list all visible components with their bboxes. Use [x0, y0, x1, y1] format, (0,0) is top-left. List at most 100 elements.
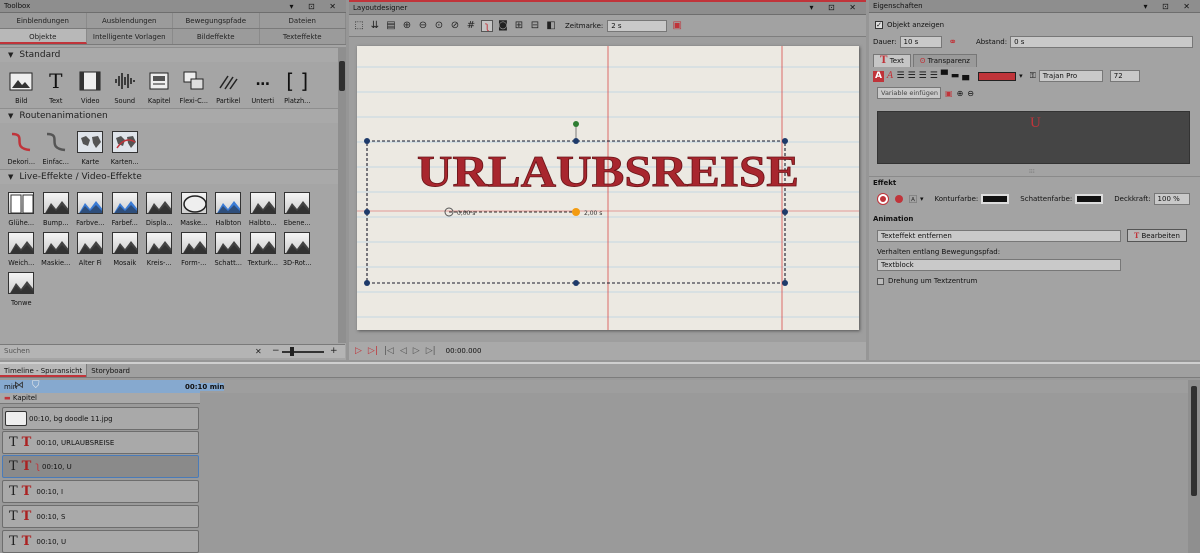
tool-dekorativ[interactable]: Dekori...	[4, 127, 39, 167]
tab-bewegungspfade[interactable]: Bewegungspfade	[173, 13, 260, 28]
tool-displace[interactable]: Displa...	[142, 188, 177, 228]
search-input[interactable]: Suchen	[4, 347, 30, 355]
effect-outline-icon[interactable]: 🄰	[909, 194, 917, 205]
toolbox-scrollbar[interactable]	[338, 47, 346, 343]
grid-icon[interactable]: #	[465, 20, 477, 32]
tab-storyboard[interactable]: Storyboard	[86, 364, 134, 377]
splitter-grip[interactable]: ⁝⁝⁝	[1029, 168, 1035, 175]
link-icon[interactable]: ⚭	[949, 37, 957, 48]
rotate-checkbox[interactable]	[877, 277, 884, 285]
effect-dropdown-icon[interactable]: ▾	[920, 195, 924, 203]
zoom-slider-handle[interactable]	[290, 347, 294, 356]
zoom-out-icon[interactable]: −	[272, 345, 280, 358]
down-arrow-icon[interactable]: ⇊	[369, 20, 381, 32]
section-standard[interactable]: ▼ Standard	[0, 47, 338, 62]
panel-controls[interactable]: ▾ ⊡ ✕	[809, 2, 862, 14]
add-point-icon[interactable]: ⊞	[513, 20, 525, 32]
section-live-effekte[interactable]: ▼ Live-Effekte / Video-Effekte	[0, 169, 338, 184]
edit-button[interactable]: T Bearbeiten	[1127, 229, 1187, 242]
tool-platzhalter[interactable]: [ ] Platzh...	[280, 66, 315, 106]
deckkraft-input[interactable]: 100 %	[1153, 193, 1190, 205]
panel-controls[interactable]: ▾ ⊡ ✕	[1143, 0, 1196, 13]
tool-masking[interactable]: Maskie...	[39, 228, 74, 268]
step-forward-icon[interactable]: ▷	[413, 346, 420, 356]
remove-point-icon[interactable]: ⊟	[529, 20, 541, 32]
scrollbar-thumb[interactable]	[1191, 386, 1197, 496]
tool-einfach[interactable]: Einfac...	[39, 127, 74, 167]
effect-none-icon[interactable]	[877, 193, 889, 205]
tab-bildeffekte[interactable]: Bildeffekte	[173, 29, 260, 44]
effect-solid-icon[interactable]	[895, 195, 903, 203]
tool-shape[interactable]: Form-...	[177, 228, 212, 268]
tool-shadow[interactable]: Schatt...	[211, 228, 246, 268]
zoom-out-icon[interactable]: ⊖	[967, 89, 974, 98]
size-select[interactable]: 72	[1109, 70, 1140, 82]
section-routen[interactable]: ▼ Routenanimationen	[0, 108, 338, 123]
grid-icon[interactable]: ▣	[945, 89, 953, 98]
track-u[interactable]: TT 00:10, U	[2, 530, 199, 553]
tool-glow[interactable]: Glühe...	[4, 188, 39, 228]
step-back-icon[interactable]: ◁	[400, 346, 407, 356]
timeline-ruler[interactable]: min ⋈ ⛉ 00:10 min	[0, 380, 1188, 393]
camera-icon[interactable]: ◙	[497, 20, 509, 32]
valign-top-icon[interactable]: ▀	[941, 71, 948, 81]
italic-icon[interactable]: A	[887, 71, 894, 81]
tab-objekte[interactable]: Objekte	[0, 29, 87, 44]
tool-partikel[interactable]: Partikel	[211, 66, 246, 106]
tab-intelligente-vorlagen[interactable]: Intelligente Vorlagen	[87, 29, 173, 44]
texteffect-select[interactable]: Texteffekt entfernen	[877, 229, 1121, 242]
playhead-icon[interactable]: ⋈	[14, 380, 24, 391]
align-icon[interactable]: ◧	[545, 20, 557, 32]
font-box-icon[interactable]: A	[873, 70, 884, 82]
tool-text[interactable]: T Text	[39, 66, 74, 106]
valign-middle-icon[interactable]: ▬	[951, 71, 960, 81]
show-object-checkbox[interactable]: ✓	[875, 21, 883, 29]
zoom-fit-icon[interactable]: ⊙	[433, 20, 445, 32]
zeitmarke-input[interactable]: 2 s	[607, 19, 668, 32]
tool-color-effect[interactable]: Farbef...	[108, 188, 143, 228]
schatten-color-swatch[interactable]	[1075, 194, 1104, 204]
tool-soften[interactable]: Weich...	[4, 228, 39, 268]
tool-halftone[interactable]: Halbton	[211, 188, 246, 228]
tab-transparenz[interactable]: ʘ Transparenz	[912, 54, 977, 67]
valign-bottom-icon[interactable]: ▄	[962, 71, 969, 81]
tool-mosaic[interactable]: Mosaik	[108, 228, 143, 268]
tool-color-gradient[interactable]: Farbve...	[73, 188, 108, 228]
scrollbar-thumb[interactable]	[339, 61, 345, 91]
tool-kartenroute[interactable]: Karten...	[108, 127, 143, 167]
tool-texture[interactable]: Texturk...	[246, 228, 281, 268]
select-tool-icon[interactable]: ⬚	[353, 20, 365, 32]
tool-video[interactable]: Video	[73, 66, 108, 106]
tool-halftone2[interactable]: Halbto...	[246, 188, 281, 228]
tool-tone[interactable]: Tonwe	[4, 268, 39, 308]
timeline-scrollbar[interactable]	[1188, 380, 1200, 553]
track-i[interactable]: TT 00:10, I	[2, 480, 199, 503]
justify-icon[interactable]: ☰	[930, 71, 938, 81]
skip-start-icon[interactable]: |◁	[384, 346, 394, 356]
tool-untertitel[interactable]: … Unterti	[246, 66, 281, 106]
variable-select[interactable]: Variable einfügen	[877, 87, 941, 99]
tool-layer[interactable]: Ebene...	[280, 188, 315, 228]
track-urlaubsreise[interactable]: TT 00:10, URLAUBSREISE	[2, 431, 199, 454]
layout-canvas[interactable]: 0,00 s 2,00 s URLAUBSREISE	[357, 46, 859, 330]
tool-karte[interactable]: Karte	[73, 127, 108, 167]
tool-sound[interactable]: Sound	[108, 66, 143, 106]
text-preview[interactable]: U	[877, 111, 1190, 164]
track-bg-image[interactable]: 00:10, bg doodle 11.jpg	[2, 407, 199, 430]
panel-controls[interactable]: ▾ ⊡ ✕	[289, 0, 342, 13]
tool-old-film[interactable]: Alter Fi	[73, 228, 108, 268]
track-u-selected[interactable]: TT ʅ 00:10, U	[2, 455, 199, 478]
text-color-swatch[interactable]	[978, 71, 1017, 81]
tab-einblendungen[interactable]: Einblendungen	[0, 13, 87, 28]
play-from-icon[interactable]: ▷|	[368, 346, 378, 356]
align-center-icon[interactable]: ☰	[908, 71, 916, 81]
align-right-icon[interactable]: ☰	[919, 71, 927, 81]
tool-circle[interactable]: Kreis-...	[142, 228, 177, 268]
path-behaviour-select[interactable]: Textblock	[877, 259, 1121, 271]
play-icon[interactable]: ▷	[355, 346, 362, 356]
motion-path-icon[interactable]: ʅ	[481, 19, 493, 32]
tool-flexi-collage[interactable]: Flexi-C...	[177, 66, 212, 106]
align-left-icon[interactable]: ☰	[897, 71, 905, 81]
kontur-color-swatch[interactable]	[981, 194, 1010, 204]
zoom-actual-icon[interactable]: ⊘	[449, 20, 461, 32]
